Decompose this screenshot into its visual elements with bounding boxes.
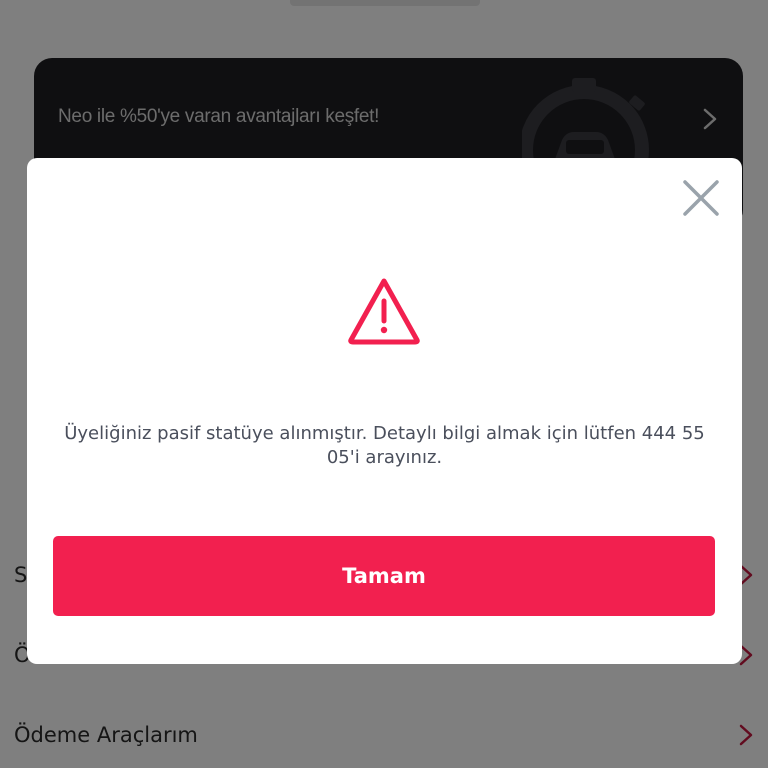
close-icon[interactable] <box>679 176 723 220</box>
ok-button[interactable]: Tamam <box>53 536 715 616</box>
warning-triangle-icon <box>348 278 420 345</box>
dialog-message: Üyeliğiniz pasif statüye alınmıştır. Det… <box>64 423 705 468</box>
alert-dialog: Üyeliğiniz pasif statüye alınmıştır. Det… <box>27 158 742 664</box>
